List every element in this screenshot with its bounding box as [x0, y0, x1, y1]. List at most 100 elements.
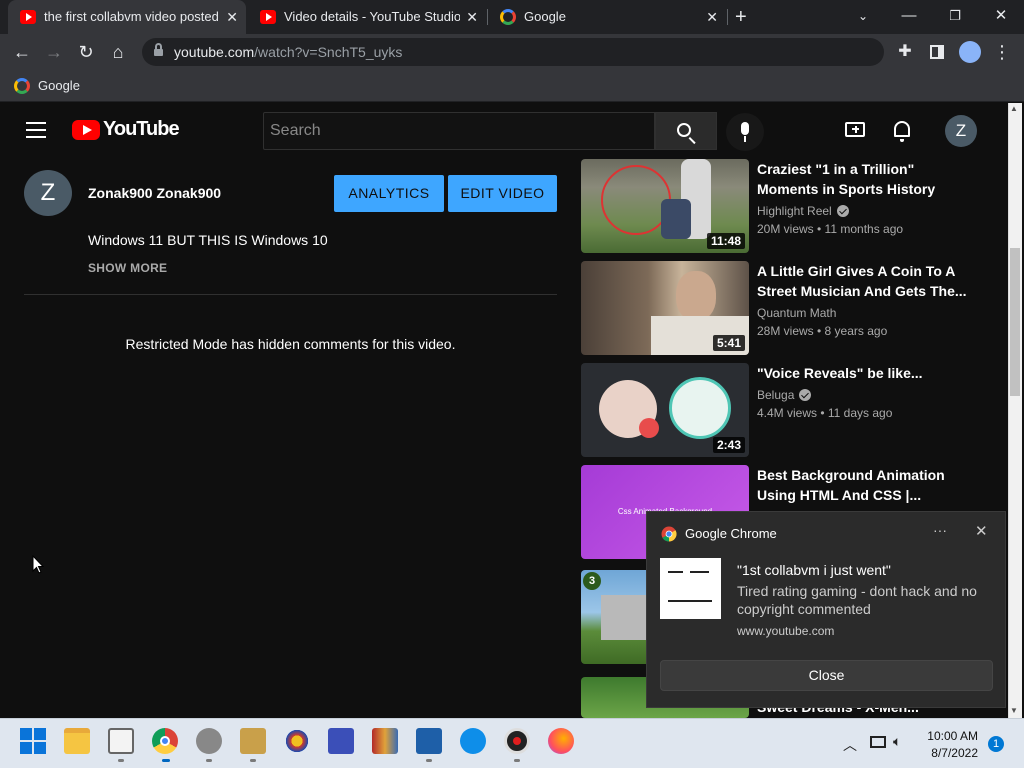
channel-badge: 3 [583, 572, 601, 590]
video-meta: 4.4M views • 11 days ago [757, 406, 893, 420]
firefox-icon[interactable] [548, 728, 574, 754]
video-thumbnail[interactable]: 5:41 [581, 261, 749, 355]
related-video-item[interactable]: 2:43 "Voice Reveals" be like... Beluga 4… [581, 363, 981, 457]
chrome-menu-icon[interactable]: ⋮ [989, 39, 1015, 65]
close-tab-icon[interactable]: ✕ [706, 0, 718, 34]
save-disk-icon[interactable] [328, 728, 354, 754]
side-panel-icon[interactable] [924, 39, 950, 65]
video-description: Windows 11 BUT THIS IS Windows 10 [88, 232, 328, 248]
profile-icon[interactable] [957, 39, 983, 65]
notification-close-icon[interactable]: ✕ [975, 522, 988, 540]
verified-check-icon [836, 205, 849, 217]
related-video-item[interactable]: 11:48 Craziest "1 in a Trillion" Moments… [581, 159, 981, 253]
video-channel[interactable]: Quantum Math [757, 306, 836, 320]
back-icon[interactable]: ← [9, 39, 35, 65]
video-meta: 20M views • 11 months ago [757, 222, 904, 236]
video-duration: 11:48 [706, 233, 745, 249]
recorder-icon[interactable] [504, 728, 530, 754]
bookmark-google[interactable]: Google [14, 76, 80, 96]
chrome-taskbar-icon[interactable] [152, 728, 178, 754]
channel-avatar[interactable]: Z [24, 170, 72, 216]
video-thumbnail[interactable]: 11:48 [581, 159, 749, 253]
edit-video-button[interactable]: EDIT VIDEO [448, 175, 557, 212]
create-video-icon[interactable] [845, 122, 865, 137]
media-player-icon[interactable] [416, 728, 442, 754]
tab-youtube-studio[interactable]: Video details - YouTube Studio ✕ [248, 0, 486, 34]
windows-start-icon[interactable] [20, 728, 46, 754]
show-hidden-icons-chevron-icon[interactable]: ︿ [843, 735, 857, 755]
search-button[interactable] [655, 112, 717, 150]
google-icon [14, 78, 30, 94]
notification-app-name: Google Chrome [685, 526, 777, 541]
video-title[interactable]: Best Background Animation Using HTML And… [757, 465, 967, 505]
notification-title: "1st collabvm i just went" [737, 562, 891, 578]
video-title[interactable]: A Little Girl Gives A Coin To A Street M… [757, 261, 967, 301]
running-app-indicator [206, 759, 212, 762]
video-thumbnail[interactable]: 2:43 [581, 363, 749, 457]
raccoon-app-icon[interactable] [196, 728, 222, 754]
chrome-icon [661, 526, 677, 542]
video-title[interactable]: "Voice Reveals" be like... [757, 363, 967, 383]
show-more-button[interactable]: SHOW MORE [88, 261, 167, 275]
tab-title: Video details - YouTube Studio [284, 9, 460, 24]
address-bar[interactable]: youtube.com/watch?v=SnchT5_uyks [142, 38, 884, 66]
network-icon[interactable] [870, 736, 886, 748]
running-app-indicator [250, 759, 256, 762]
video-title[interactable]: Craziest "1 in a Trillion" Moments in Sp… [757, 159, 967, 199]
clock-time[interactable]: 10:00 AM [920, 729, 978, 743]
lock-icon[interactable] [154, 43, 163, 57]
file-explorer-icon[interactable] [64, 728, 90, 754]
tab-google[interactable]: Google ✕ [488, 0, 726, 34]
notification-center-badge[interactable]: 1 [988, 736, 1004, 752]
extensions-icon[interactable]: ✚ [892, 39, 918, 65]
scroll-down-arrow-icon[interactable]: ▼ [1010, 706, 1018, 715]
related-video-item[interactable]: 5:41 A Little Girl Gives A Coin To A Str… [581, 261, 981, 355]
page-scrollbar[interactable] [1008, 103, 1022, 718]
notification-close-button[interactable]: Close [660, 660, 993, 691]
teamviewer-icon[interactable] [460, 728, 486, 754]
restricted-comments-notice: Restricted Mode has hidden comments for … [125, 336, 456, 352]
close-tab-icon[interactable]: ✕ [466, 0, 478, 34]
tab-collabvm-video[interactable]: the first collabvm video posted e ✕ [8, 0, 246, 34]
url-text[interactable]: youtube.com/watch?v=SnchT5_uyks [174, 38, 402, 66]
microsoft-store-icon[interactable] [108, 728, 134, 754]
video-channel[interactable]: Highlight Reel [757, 204, 849, 218]
search-icon [677, 123, 691, 137]
scroll-up-arrow-icon[interactable]: ▲ [1010, 104, 1018, 113]
forward-icon[interactable]: → [41, 39, 67, 65]
volume-icon[interactable]: 🔈︎ [893, 733, 901, 750]
video-channel[interactable]: Beluga [757, 388, 812, 402]
google-icon [500, 9, 516, 25]
clock-date[interactable]: 8/7/2022 [920, 746, 978, 760]
reload-icon[interactable]: ↻ [73, 39, 99, 65]
keys-app-icon[interactable] [240, 728, 266, 754]
youtube-logo-icon[interactable] [72, 120, 100, 140]
search-input[interactable]: Search [263, 112, 655, 150]
analytics-button[interactable]: ANALYTICS [334, 175, 444, 212]
notification-more-icon[interactable]: ··· [933, 522, 947, 538]
channel-name[interactable]: Zonak900 Zonak900 [88, 185, 221, 201]
notifications-bell-icon[interactable] [894, 121, 910, 142]
verified-check-icon [799, 389, 812, 401]
home-icon[interactable]: ⌂ [105, 39, 131, 65]
tab-separator [727, 9, 728, 25]
user-avatar[interactable]: Z [945, 115, 977, 147]
tab-title: Google [524, 9, 566, 24]
minimize-button[interactable]: — [886, 0, 932, 34]
new-tab-button[interactable]: + [735, 0, 761, 34]
youtube-icon [20, 10, 36, 24]
restore-button[interactable]: ❐ [932, 0, 978, 34]
paint-app-icon[interactable] [284, 728, 310, 754]
winrar-icon[interactable] [372, 728, 398, 754]
tab-title: the first collabvm video posted e [44, 9, 220, 24]
browser-tab-strip: the first collabvm video posted e ✕ Vide… [0, 0, 1024, 34]
section-divider [24, 294, 557, 295]
scrollbar-thumb[interactable] [1010, 248, 1020, 396]
hamburger-menu-icon[interactable] [26, 122, 46, 138]
tab-search-icon[interactable]: ⌄ [840, 0, 886, 34]
youtube-logo-text[interactable]: YouTube [103, 118, 180, 141]
close-window-button[interactable]: ✕ [978, 0, 1024, 34]
close-tab-icon[interactable]: ✕ [226, 0, 238, 34]
chrome-notification[interactable]: Google Chrome ··· ✕ "1st collabvm i just… [646, 511, 1006, 708]
voice-search-button[interactable] [726, 113, 764, 151]
